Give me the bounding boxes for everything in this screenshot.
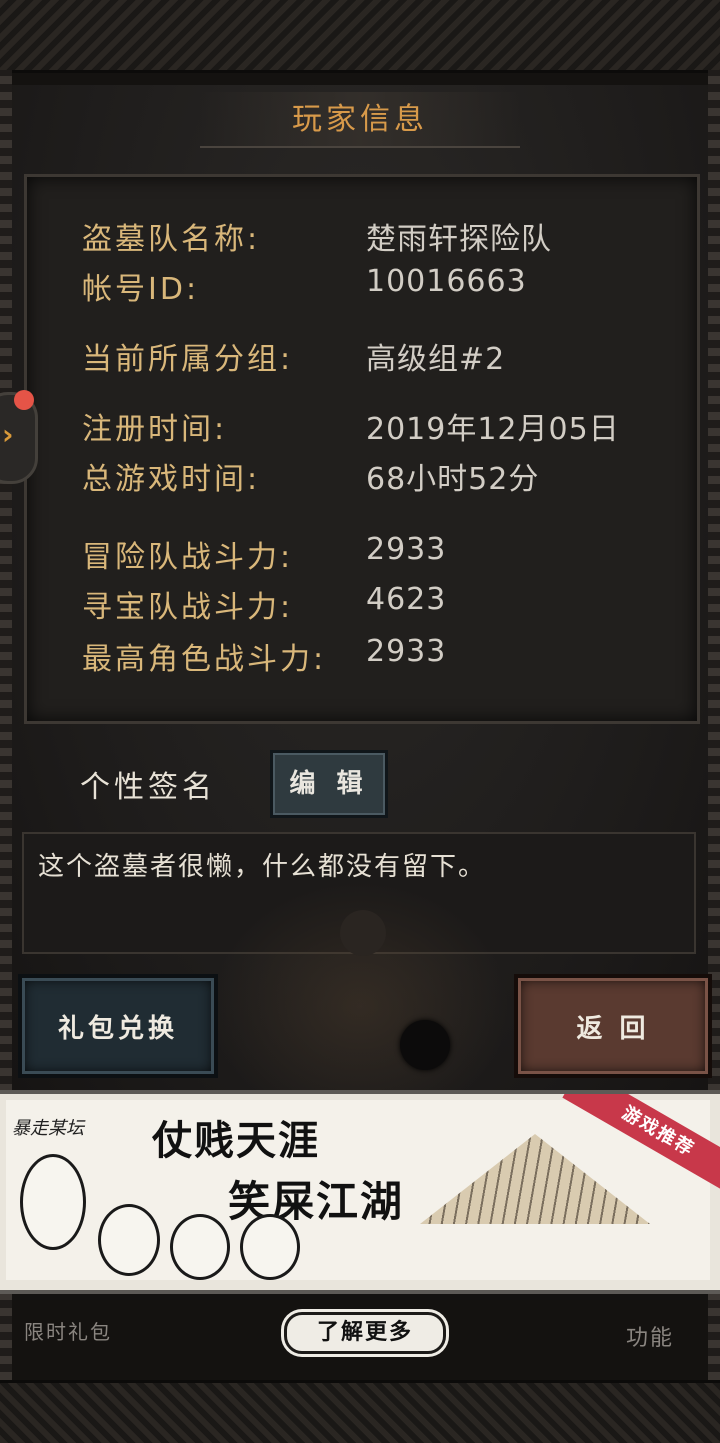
back-button[interactable]: 返 回 xyxy=(514,974,712,1078)
ad-character-face xyxy=(170,1214,230,1280)
account-id-value: 10016663 xyxy=(366,264,527,299)
bottom-frame-border xyxy=(0,1380,720,1443)
team-name-value: 楚雨轩探险队 xyxy=(366,222,552,257)
limited-gift-tab[interactable]: 限时礼包 xyxy=(24,1316,112,1345)
treasure-power-value: 4623 xyxy=(366,582,447,617)
ad-banner[interactable]: 暴走某坛 仗贱天涯 笑屎江湖 游戏推荐 xyxy=(0,1090,720,1294)
page-title: 玩家信息 xyxy=(292,102,428,137)
ad-character-face xyxy=(20,1154,86,1250)
function-tab[interactable]: 功能 xyxy=(626,1320,674,1352)
scene-urn xyxy=(340,910,386,956)
chevron-right-icon[interactable]: › xyxy=(2,418,14,451)
scene-bomb xyxy=(400,1020,450,1070)
playtime-value: 68小时52分 xyxy=(366,462,540,497)
top-role-power-value: 2933 xyxy=(366,634,447,669)
account-id-label: 帐号ID: xyxy=(82,272,200,307)
treasure-power-label: 寻宝队战斗力: xyxy=(82,590,294,625)
back-label: 返 回 xyxy=(576,1013,650,1044)
ad-forum-logo: 暴走某坛 xyxy=(12,1118,84,1139)
gift-redeem-label: 礼包兑换 xyxy=(57,1013,178,1044)
ad-character-face xyxy=(98,1204,160,1276)
top-frame-border xyxy=(0,0,720,73)
register-time-label: 注册时间: xyxy=(82,412,228,447)
signature-text: 这个盗墓者很懒，什么都没有留下。 xyxy=(38,852,487,882)
top-role-power-label: 最高角色战斗力: xyxy=(82,642,327,677)
learn-more-button[interactable]: 了解更多 xyxy=(284,1312,446,1354)
register-time-value: 2019年12月05日 xyxy=(366,412,620,447)
edit-signature-button[interactable]: 编 辑 xyxy=(270,750,388,818)
signature-label: 个性签名 xyxy=(80,770,216,805)
ad-character-face xyxy=(240,1214,300,1280)
group-value: 高级组#2 xyxy=(366,342,506,377)
group-label: 当前所属分组: xyxy=(82,342,294,377)
ad-headline-1: 仗贱天涯 xyxy=(152,1117,320,1164)
adventure-power-value: 2933 xyxy=(366,532,447,567)
notification-dot-icon xyxy=(14,390,34,410)
playtime-label: 总游戏时间: xyxy=(82,462,261,497)
team-name-label: 盗墓队名称: xyxy=(82,222,261,257)
gift-redeem-button[interactable]: 礼包兑换 xyxy=(18,974,218,1078)
adventure-power-label: 冒险队战斗力: xyxy=(82,540,294,575)
background-scene-art xyxy=(210,880,510,1090)
